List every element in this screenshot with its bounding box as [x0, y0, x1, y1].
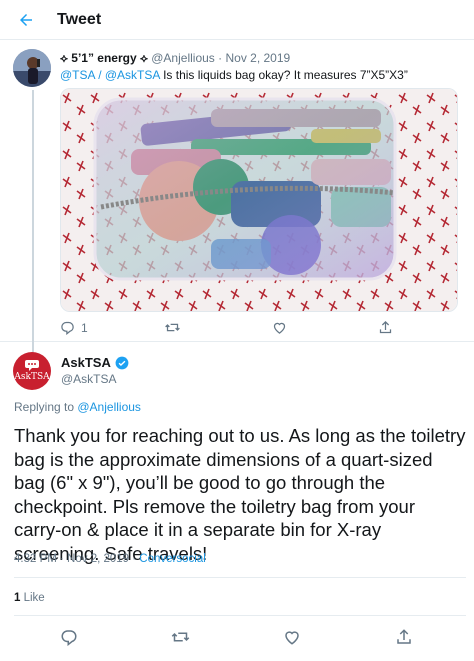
display-name: AskTSA [61, 355, 111, 370]
like-button[interactable] [272, 320, 293, 335]
avatar[interactable] [13, 49, 51, 87]
display-name[interactable]: ⟡ 5’1” energy ⟡ [60, 51, 148, 65]
retweet-icon [165, 323, 180, 332]
replied-tweet[interactable]: ⟡ 5’1” energy ⟡ @Anjellious · Nov 2, 201… [0, 40, 474, 380]
back-button[interactable] [14, 8, 38, 32]
divider [14, 577, 466, 578]
thread-line [32, 90, 34, 380]
mention-link[interactable]: @TSA / @AskTSA [60, 68, 160, 82]
divider [14, 615, 466, 616]
chat-bubble-icon [25, 360, 39, 371]
handle[interactable]: @Anjellious [151, 51, 215, 65]
reply-icon [61, 630, 77, 647]
tweet-actions: 1 [60, 320, 440, 338]
replying-to: Replying to @Anjellious [14, 400, 141, 414]
tweet-text: @TSA / @AskTSA Is this liquids bag okay?… [60, 68, 408, 82]
share-icon [379, 320, 392, 334]
replying-to-link[interactable]: @Anjellious [77, 400, 141, 414]
retweet-icon [171, 632, 190, 642]
tweet-date[interactable]: Nov 2, 2019 [225, 51, 290, 65]
tweet-source-link[interactable]: Conversocial [139, 553, 205, 565]
handle[interactable]: @AskTSA [61, 372, 117, 386]
avatar-logo-text: AskTSA [14, 372, 50, 382]
heart-icon [285, 631, 299, 645]
main-tweet: AskTSA AskTSA @AskTSA Replying to @Anjel… [0, 342, 474, 661]
retweet-button[interactable] [164, 320, 187, 335]
tweet-image[interactable] [60, 88, 458, 312]
avatar[interactable]: AskTSA [13, 352, 51, 390]
reply-button[interactable]: 1 [60, 320, 88, 335]
tweet-header: ⟡ 5’1” energy ⟡ @Anjellious · Nov 2, 201… [60, 51, 291, 65]
reply-icon [61, 321, 74, 335]
share-button[interactable] [395, 628, 413, 651]
tweet-timestamp: 4:32 PM · Nov 2, 2019 · Conversocial [14, 553, 206, 565]
reply-button[interactable] [60, 628, 78, 651]
reply-count: 1 [81, 320, 88, 335]
share-icon [397, 629, 411, 644]
like-stats[interactable]: 1 Like [14, 592, 45, 604]
display-name-row[interactable]: AskTSA [61, 355, 129, 370]
tweet-actions [0, 628, 474, 648]
top-bar: Tweet [0, 0, 474, 40]
verified-badge-icon [115, 356, 129, 369]
page-title: Tweet [57, 11, 102, 28]
like-button[interactable] [283, 628, 301, 651]
heart-icon [273, 322, 286, 334]
tweet-text: Thank you for reaching out to us. As lon… [14, 425, 466, 564]
back-arrow-icon [20, 14, 32, 26]
retweet-button[interactable] [170, 628, 191, 651]
share-button[interactable] [378, 320, 393, 335]
